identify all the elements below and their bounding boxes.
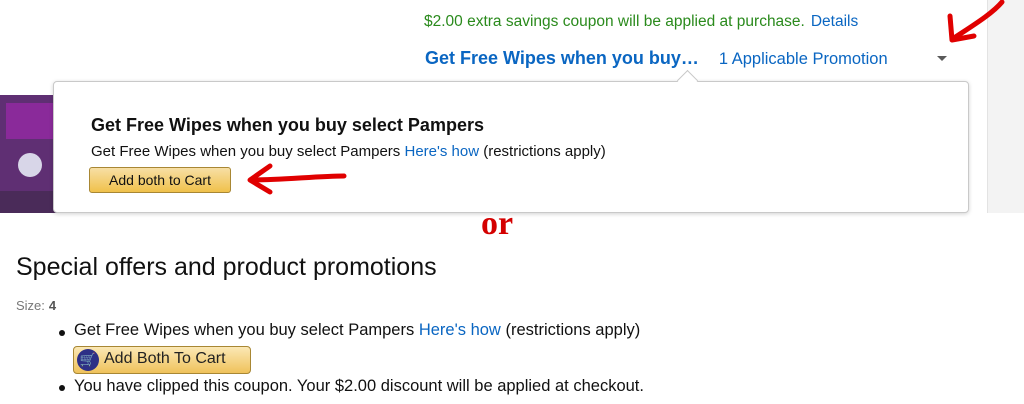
add-both-to-cart-button-bottom[interactable]: 🛒 Add Both To Cart bbox=[73, 346, 251, 374]
red-arrow-annotation-top bbox=[947, 0, 1005, 43]
caret-down-icon[interactable] bbox=[937, 56, 947, 61]
thumbnail-footer bbox=[0, 191, 58, 213]
offer-restrictions-text: (restrictions apply) bbox=[505, 321, 641, 339]
heres-how-link[interactable]: Here's how bbox=[404, 143, 479, 160]
thumbnail-banner bbox=[6, 103, 58, 139]
offer-item-wipes: Get Free Wipes when you buy select Pampe… bbox=[74, 321, 640, 340]
coupon-savings-text: $2.00 extra savings coupon will be appli… bbox=[424, 13, 805, 30]
promotion-line: Get Free Wipes when you buy… 1 Applicable… bbox=[425, 48, 888, 69]
special-offers-heading: Special offers and product promotions bbox=[16, 253, 437, 281]
popover-title: Get Free Wipes when you buy select Pampe… bbox=[91, 115, 484, 135]
size-value: 4 bbox=[48, 298, 57, 313]
add-both-to-cart-label: Add Both To Cart bbox=[104, 350, 226, 367]
popover-description: Get Free Wipes when you buy select Pampe… bbox=[91, 143, 606, 160]
details-link[interactable]: Details bbox=[811, 13, 858, 30]
popover-desc-text: Get Free Wipes when you buy select Pampe… bbox=[91, 143, 401, 160]
size-label: Size: bbox=[16, 298, 45, 313]
promotion-title-link[interactable]: Get Free Wipes when you buy… bbox=[425, 48, 699, 68]
applicable-promotion-link[interactable]: 1 Applicable Promotion bbox=[719, 50, 888, 68]
cart-icon: 🛒 bbox=[77, 349, 99, 371]
or-divider: or bbox=[481, 205, 514, 242]
heres-how-link-bottom[interactable]: Here's how bbox=[419, 321, 501, 339]
list-bullet bbox=[59, 330, 65, 336]
add-both-to-cart-button[interactable]: Add both to Cart bbox=[89, 167, 231, 193]
size-line: Size: 4 bbox=[16, 298, 56, 313]
list-bullet bbox=[59, 385, 65, 391]
thumbnail-graphic bbox=[18, 153, 42, 177]
offer-item-coupon: You have clipped this coupon. Your $2.00… bbox=[74, 377, 644, 395]
popover-restrictions-text: (restrictions apply) bbox=[483, 143, 606, 160]
red-arrow-annotation-button bbox=[247, 163, 347, 195]
product-thumbnail bbox=[0, 95, 58, 213]
offer-wipes-text: Get Free Wipes when you buy select Pampe… bbox=[74, 321, 415, 339]
coupon-savings-line: $2.00 extra savings coupon will be appli… bbox=[424, 13, 858, 31]
promotion-popover: Get Free Wipes when you buy select Pampe… bbox=[53, 81, 969, 213]
